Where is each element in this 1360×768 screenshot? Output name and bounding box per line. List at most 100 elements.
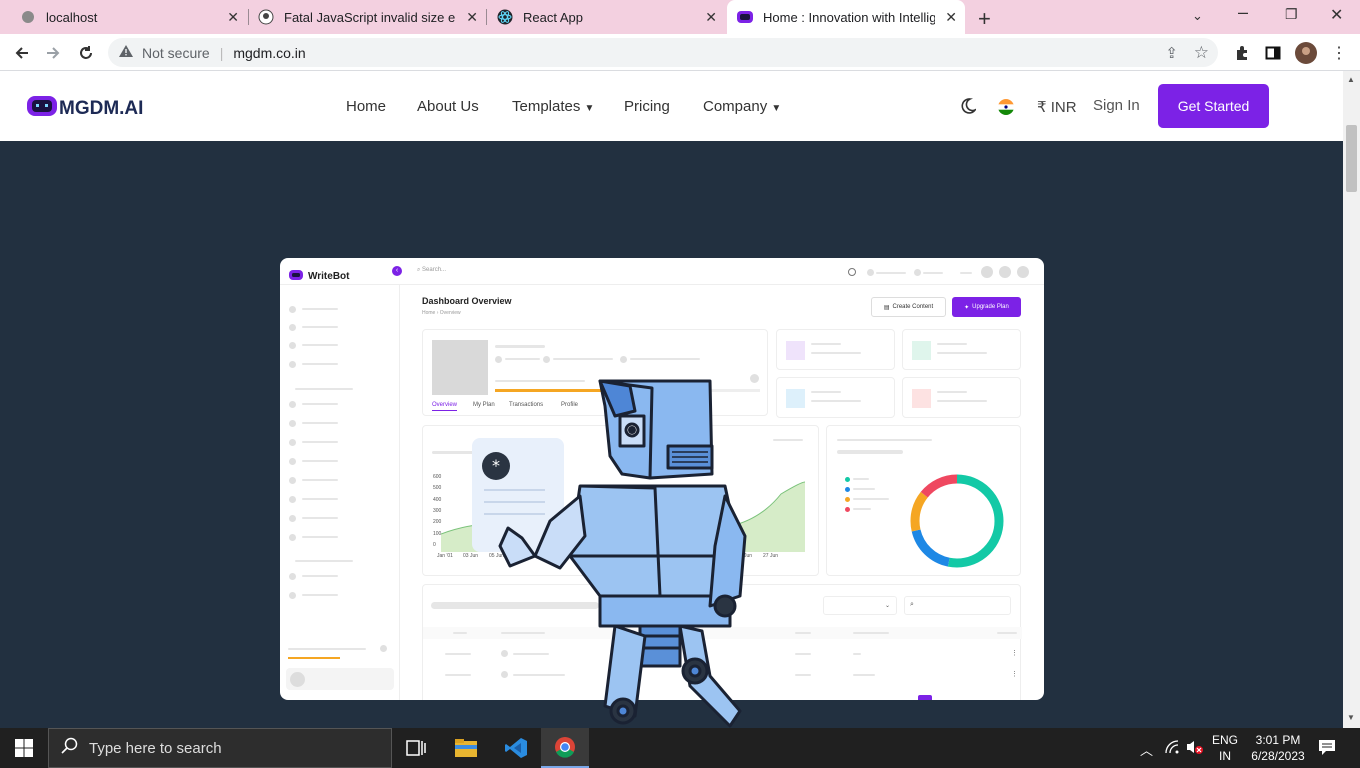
taskbar-search-placeholder: Type here to search xyxy=(89,739,222,757)
dash-legend-swatch xyxy=(845,477,850,482)
dark-mode-moon-icon[interactable] xyxy=(958,97,978,120)
dash-sidebar xyxy=(280,285,400,700)
reload-button[interactable] xyxy=(73,40,99,66)
address-bar[interactable]: Not secure | mgdm.co.in ⇪ ☆ xyxy=(108,38,1218,67)
dash-legend-swatch xyxy=(845,497,850,502)
nav-about-us[interactable]: About Us xyxy=(417,98,479,115)
tab-search-icon[interactable]: ⌄ xyxy=(1192,8,1203,24)
nav-company[interactable]: Company ▼ xyxy=(703,98,781,115)
tab-github[interactable]: Fatal JavaScript invalid size error ✕ xyxy=(248,0,486,34)
dash-stat-card xyxy=(902,377,1021,418)
dash-upgrade-label: Upgrade Plan xyxy=(972,304,1009,310)
bookmark-star-icon[interactable]: ☆ xyxy=(1194,43,1209,63)
bulb-icon: ✦ xyxy=(964,304,970,311)
dash-donut-chart xyxy=(910,474,1004,568)
file-explorer-icon[interactable] xyxy=(442,728,490,768)
close-tab-icon[interactable]: ✕ xyxy=(466,9,478,26)
search-icon xyxy=(61,737,79,760)
dash-create-content-button: ▤ Create Content xyxy=(871,297,946,317)
close-tab-icon[interactable]: ✕ xyxy=(945,9,957,26)
nav-pricing[interactable]: Pricing xyxy=(624,98,670,115)
globe-icon xyxy=(20,9,36,25)
dash-y-tick: 0 xyxy=(433,541,436,548)
logo-text: MGDM.AI xyxy=(59,97,144,119)
dash-stat-card xyxy=(902,329,1021,370)
extensions-icon[interactable] xyxy=(1229,40,1255,66)
notifications-icon[interactable] xyxy=(1318,739,1336,761)
close-tab-icon[interactable]: ✕ xyxy=(705,9,717,26)
clock[interactable]: 3:01 PM 6/28/2023 xyxy=(1248,732,1308,764)
chrome-taskbar-icon[interactable] xyxy=(541,728,589,768)
close-tab-icon[interactable]: ✕ xyxy=(227,9,239,26)
page-scrollbar[interactable]: ▲ ▼ xyxy=(1343,71,1360,728)
profile-avatar[interactable] xyxy=(1293,40,1319,66)
language-code: ENG xyxy=(1212,733,1239,747)
currency-selector[interactable]: ₹ INR xyxy=(1037,98,1077,116)
close-window-button[interactable]: ✕ xyxy=(1330,5,1343,25)
tab-react-app[interactable]: React App ✕ xyxy=(487,0,725,34)
tab-mgdm-home[interactable]: Home : Innovation with Intelligen ✕ xyxy=(727,0,965,34)
region-code: IN xyxy=(1219,749,1231,763)
india-flag-icon[interactable] xyxy=(998,99,1014,120)
share-icon[interactable]: ⇪ xyxy=(1165,44,1178,62)
dash-donut-card xyxy=(826,425,1021,576)
volume-muted-icon[interactable] xyxy=(1186,739,1204,760)
dash-legend-swatch xyxy=(845,487,850,492)
robot-logo-icon xyxy=(27,95,57,122)
dash-legend-label xyxy=(853,508,871,510)
dash-legend-label xyxy=(853,478,869,480)
taskbar-search-box[interactable]: Type here to search xyxy=(48,728,392,768)
dash-create-label: Create Content xyxy=(892,304,934,310)
tab-title: localhost xyxy=(46,9,98,25)
sign-in-link[interactable]: Sign In xyxy=(1093,97,1140,114)
restore-button[interactable]: ❐ xyxy=(1285,6,1298,23)
github-icon xyxy=(258,9,274,25)
writebot-brand: WriteBot xyxy=(289,267,349,285)
document-icon: ▤ xyxy=(883,304,890,311)
task-view-icon[interactable] xyxy=(392,728,440,768)
back-button[interactable] xyxy=(9,40,35,66)
new-tab-button[interactable]: + xyxy=(978,6,991,32)
forward-button[interactable] xyxy=(40,40,66,66)
windows-start-icon[interactable] xyxy=(0,728,48,768)
windows-taskbar: Type here to search ︿ ENG IN 3:01 PM 6/28/… xyxy=(0,728,1360,768)
react-icon xyxy=(497,9,513,25)
browser-tab-strip: localhost ✕ Fatal JavaScript invalid siz… xyxy=(0,0,1360,34)
scroll-up-arrow[interactable]: ▲ xyxy=(1347,75,1355,84)
network-icon[interactable] xyxy=(1164,739,1180,760)
tab-title: Home : Innovation with Intelligen xyxy=(763,9,935,25)
scrollbar-thumb[interactable] xyxy=(1346,125,1357,192)
tab-localhost[interactable]: localhost ✕ xyxy=(0,0,247,34)
caret-down-icon: ▼ xyxy=(771,103,782,114)
collapse-sidebar-icon: ‹ xyxy=(392,266,402,276)
side-panel-icon[interactable] xyxy=(1260,40,1286,66)
warning-icon xyxy=(118,44,134,61)
get-started-button[interactable]: Get Started xyxy=(1158,84,1269,128)
dash-breadcrumb-home: Home xyxy=(422,310,436,316)
language-indicator[interactable]: ENG IN xyxy=(1212,732,1238,764)
site-logo[interactable]: MGDM.AI xyxy=(27,95,143,122)
clock-time: 3:01 PM xyxy=(1255,733,1301,747)
nav-templates-label: Templates xyxy=(512,98,581,115)
clock-date: 6/28/2023 xyxy=(1251,749,1305,763)
mgdm-favicon-icon xyxy=(737,9,753,25)
browser-menu-icon[interactable]: ⋮ xyxy=(1326,40,1352,66)
dash-upgrade-plan-button: ✦ Upgrade Plan xyxy=(952,297,1021,317)
site-navbar: MGDM.AI Home About Us Templates ▼ Pricin… xyxy=(0,71,1343,141)
hero-section: WriteBot ‹ ⌕ Search... Dashboard Overvie… xyxy=(0,141,1343,728)
nav-home[interactable]: Home xyxy=(346,98,386,115)
nav-company-label: Company xyxy=(703,98,768,115)
tab-title: React App xyxy=(523,9,583,25)
minimize-button[interactable]: – xyxy=(1238,2,1248,23)
webpage: MGDM.AI Home About Us Templates ▼ Pricin… xyxy=(0,71,1343,728)
nav-templates[interactable]: Templates ▼ xyxy=(512,98,594,115)
tray-overflow-chevron-icon[interactable]: ︿ xyxy=(1140,740,1153,759)
dash-moon-icon xyxy=(848,268,856,276)
dash-legend-label xyxy=(853,488,875,490)
security-label[interactable]: Not secure xyxy=(142,45,210,61)
scroll-down-arrow[interactable]: ▼ xyxy=(1347,713,1355,722)
url-text[interactable]: mgdm.co.in xyxy=(233,45,305,61)
vscode-icon[interactable] xyxy=(492,728,540,768)
dash-legend-swatch xyxy=(845,507,850,512)
dash-legend-label xyxy=(853,498,889,500)
